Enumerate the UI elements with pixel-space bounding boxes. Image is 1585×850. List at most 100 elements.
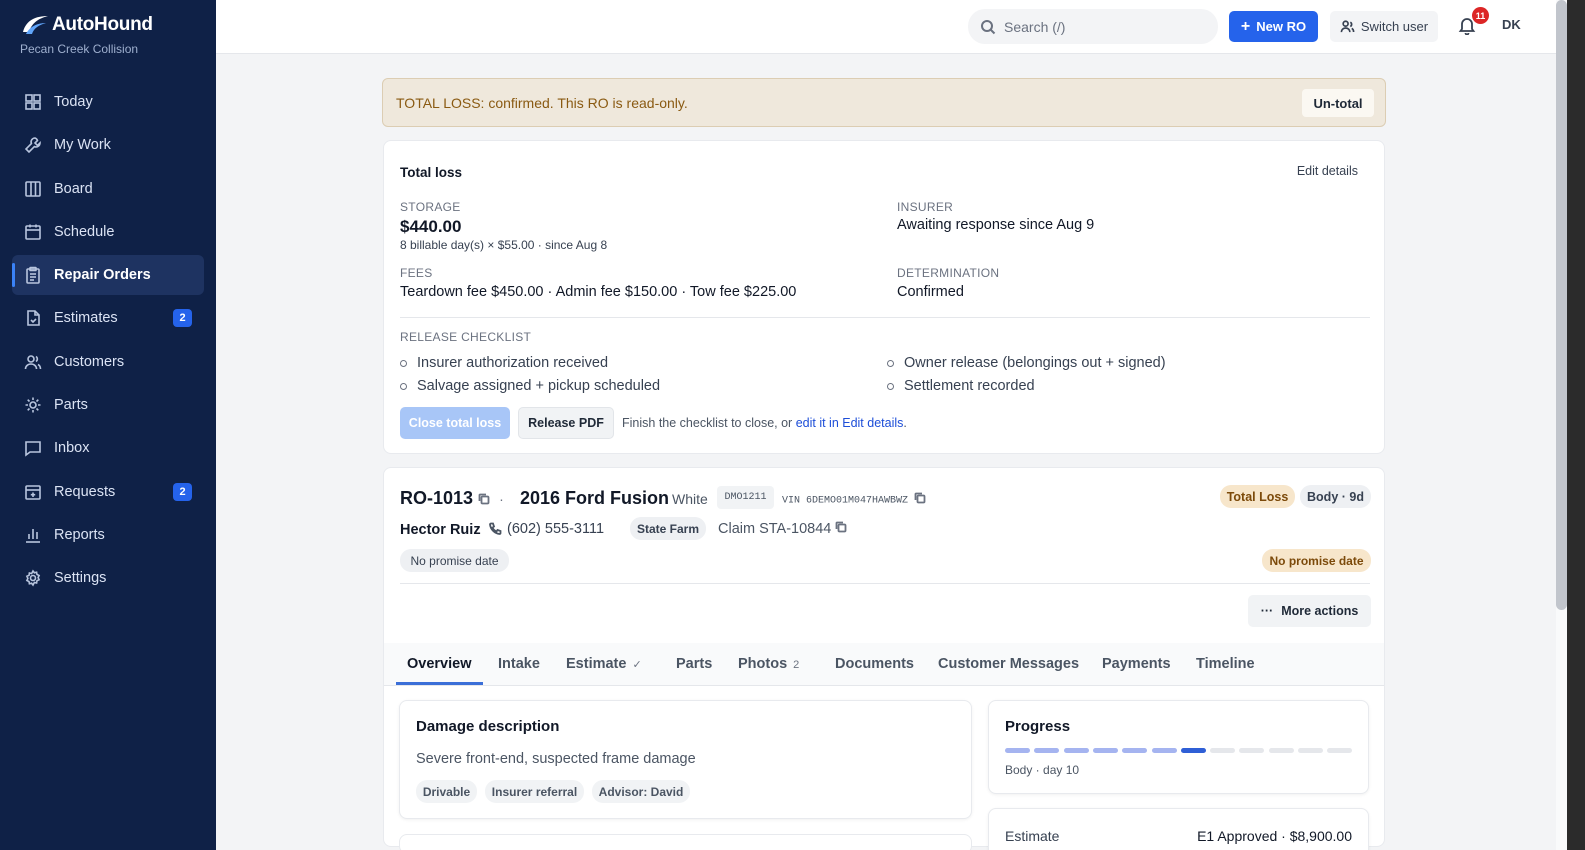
circle-icon [400,382,407,390]
divider [400,583,1370,584]
sidebar-item-label: Parts [54,397,88,414]
determination-label: DETERMINATION [897,266,1000,280]
notification-count-badge: 11 [1472,7,1489,24]
progress-segment [1327,748,1353,753]
more-actions-label: More actions [1281,604,1359,618]
progress-segment [1268,748,1294,753]
customer-phone[interactable]: (602) 555-3111 [488,521,604,537]
sidebar-item-board[interactable]: Board [12,169,204,209]
claim-text: Claim STA-10844 [718,521,832,537]
tab-parts[interactable]: Parts [676,656,712,672]
banner-text: TOTAL LOSS: confirmed. This RO is read-o… [396,94,688,111]
estimate-value: E1 Approved · $8,900.00 [1197,828,1352,844]
promise-date-chip: No promise date [400,549,509,572]
tab-intake[interactable]: Intake [498,656,540,672]
edit-details-link[interactable]: Edit details [1297,164,1358,178]
progress-title: Progress [1005,718,1071,735]
progress-segment [1034,748,1060,753]
ro-number-text: RO-1013 [400,488,474,508]
checklist-item[interactable]: Salvage assigned + pickup scheduled [400,378,660,394]
close-total-loss-button[interactable]: Close total loss [400,407,510,439]
checklist-item-label: Salvage assigned + pickup scheduled [417,378,661,394]
more-actions-button[interactable]: ··· More actions [1248,595,1371,627]
brand[interactable]: AutoHound Pecan Creek Collision [20,14,153,56]
circle-icon [400,359,407,367]
progress-segment [1210,748,1236,753]
search-input[interactable] [1004,18,1194,35]
sidebar-item-requests[interactable]: Requests 2 [12,472,204,512]
insurer-chip: State Farm [630,517,706,540]
progress-segment [1063,748,1089,753]
settings-icon [24,569,42,587]
tab-timeline[interactable]: Timeline [1196,656,1255,672]
vin-text: VIN 6DEMO01M047HAWBWZ [782,495,909,507]
customer-name[interactable]: Hector Ruiz [400,522,481,538]
sidebar-item-reports[interactable]: Reports [12,515,204,555]
copy-icon[interactable] [835,521,847,537]
search-box[interactable] [968,9,1218,44]
circle-icon [887,359,894,367]
photos-count: 2 [793,659,800,671]
divider [400,317,1370,318]
avatar[interactable]: DK [1502,17,1521,32]
checklist-label: RELEASE CHECKLIST [400,330,532,344]
damage-chip: Advisor: David [592,780,690,803]
calendar-icon [24,223,42,241]
sidebar-item-label: Repair Orders [54,267,151,284]
estimates-count-badge: 2 [173,309,192,328]
sidebar-item-my-work[interactable]: My Work [12,125,204,165]
sidebar-item-inbox[interactable]: Inbox [12,428,204,468]
active-tab-indicator [396,682,483,685]
tab-overview[interactable]: Overview [407,656,472,672]
sidebar-nav: Today My Work Board Schedule Repair Orde… [12,82,204,602]
sidebar-item-schedule[interactable]: Schedule [12,212,204,252]
phone-text: (602) 555-3111 [507,521,605,537]
total-loss-card: Total loss Edit details STORAGE $440.00 … [383,140,1385,454]
estimate-label: Estimate [1005,828,1060,844]
estimate-summary-card: Estimate E1 Approved · $8,900.00 [988,808,1369,850]
window-edge [1567,0,1585,850]
tab-payments[interactable]: Payments [1102,656,1171,672]
sidebar-item-settings[interactable]: Settings [12,558,204,598]
vin: VIN 6DEMO01M047HAWBWZ [782,492,926,508]
sidebar-item-parts[interactable]: Parts [12,385,204,425]
switch-user-label: Switch user [1360,19,1429,34]
total-loss-banner: TOTAL LOSS: confirmed. This RO is read-o… [382,78,1386,127]
copy-icon[interactable] [914,492,926,508]
search-icon [981,19,996,34]
tab-documents[interactable]: Documents [835,656,914,672]
sidebar-item-label: Schedule [54,223,115,240]
checklist-item[interactable]: Owner release (belongings out + signed) [887,355,1166,371]
edit-details-inline-link[interactable]: edit it in Edit details [796,416,904,430]
message-icon [24,439,42,457]
sidebar-item-label: Today [54,94,93,110]
file-icon [24,309,42,327]
tab-photos[interactable]: Photos 2 [738,656,799,672]
tab-estimate[interactable]: Estimate ✓ [566,656,642,672]
grid-icon [24,93,42,111]
storage-label: STORAGE [400,200,461,214]
vehicle-color: White [672,491,708,507]
new-ro-button[interactable]: + New RO [1229,11,1318,42]
release-pdf-button[interactable]: Release PDF [518,407,614,439]
switch-user-button[interactable]: Switch user [1330,11,1438,42]
checklist-item[interactable]: Insurer authorization received [400,355,608,371]
tab-customer-messages[interactable]: Customer Messages [938,656,1079,672]
sidebar-item-estimates[interactable]: Estimates 2 [12,298,204,338]
gear-icon [24,396,42,414]
checklist-item[interactable]: Settlement recorded [887,378,1035,394]
notifications-button[interactable]: 11 [1457,7,1489,39]
progress-segment [1151,748,1177,753]
shop-name: Pecan Creek Collision [20,42,139,56]
progress-segment [1239,748,1265,753]
checklist-item-label: Settlement recorded [904,378,1035,394]
sidebar-item-customers[interactable]: Customers [12,342,204,382]
brand-name: AutoHound [52,14,153,35]
copy-icon[interactable] [478,489,490,510]
sidebar-item-repair-orders[interactable]: Repair Orders [12,255,204,296]
sidebar-item-today[interactable]: Today [12,82,204,122]
scrollbar-thumb[interactable] [1556,0,1567,610]
sidebar-item-label: Inbox [54,440,90,457]
un-total-button[interactable]: Un-total [1302,89,1374,117]
progress-card: Progress Body · day 10 [988,700,1369,794]
